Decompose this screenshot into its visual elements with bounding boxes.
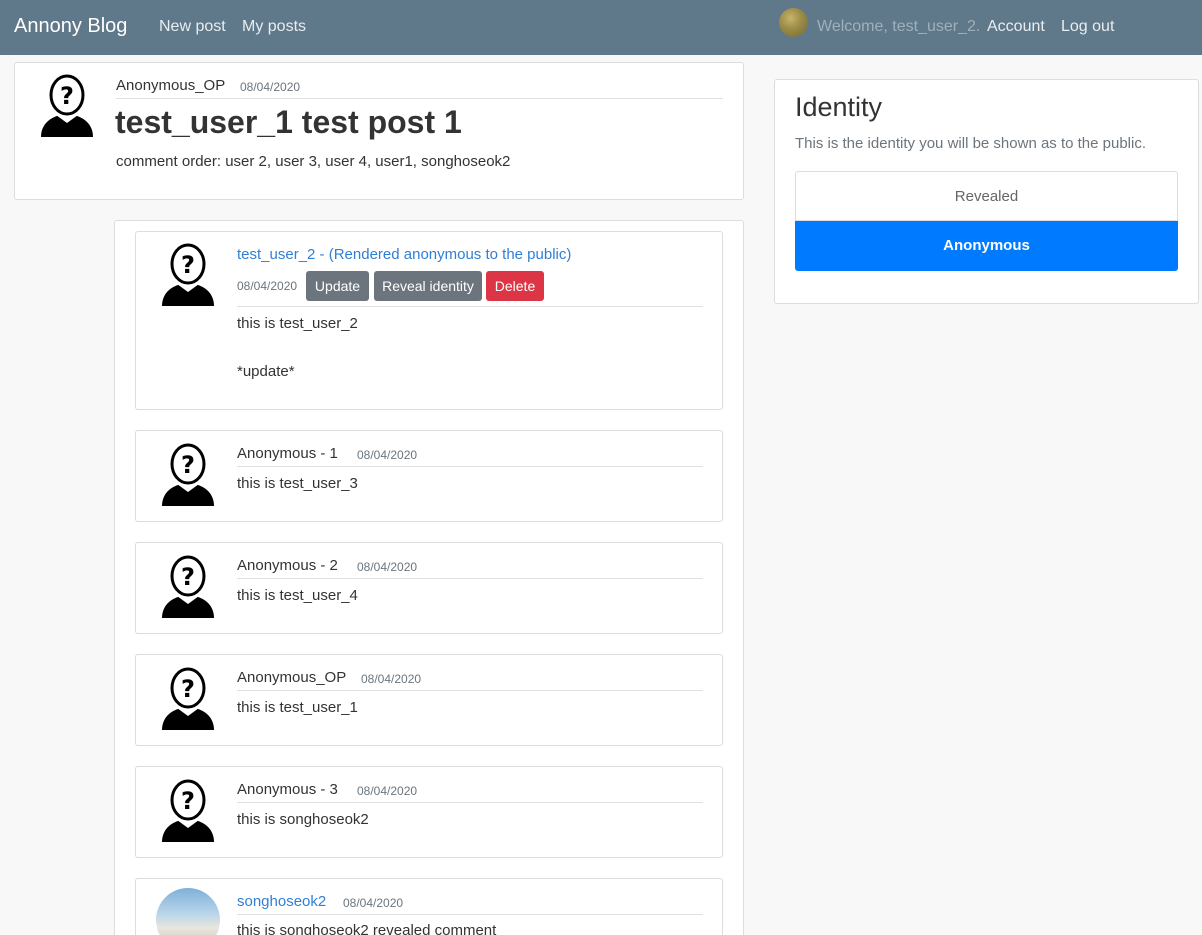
comment-text: this is test_user_2 [237, 315, 358, 332]
comment-text: this is test_user_4 [237, 587, 358, 604]
identity-title: Identity [795, 92, 883, 122]
comment-divider [237, 690, 703, 691]
anonymous-avatar-icon [38, 73, 96, 137]
comment-text: this is test_user_3 [237, 475, 358, 492]
delete-button[interactable]: Delete [486, 271, 544, 301]
comment-author-link[interactable]: songhoseok2 [237, 893, 326, 910]
post-title: test_user_1 test post 1 [115, 104, 462, 140]
comment-date: 08/04/2020 [357, 784, 418, 798]
comment-card [135, 654, 723, 746]
post-body: comment order: user 2, user 3, user 4, u… [116, 153, 511, 170]
anonymous-avatar-icon [159, 242, 217, 306]
comment-date: 08/04/2020 [361, 672, 422, 686]
comment-card [135, 766, 723, 858]
comment-date: 08/04/2020 [343, 896, 404, 910]
my-posts-link[interactable]: My posts [242, 18, 306, 36]
anonymous-option[interactable]: Anonymous [795, 221, 1178, 271]
anonymous-avatar-icon [159, 666, 217, 730]
top-navbar: Annony Blog New post My posts Welcome, t… [0, 0, 1202, 55]
comment-date: 08/04/2020 [357, 448, 418, 462]
comment-divider [237, 578, 703, 579]
post-author: Anonymous_OP [116, 77, 226, 94]
comment-date: 08/04/2020 [357, 560, 418, 574]
post-date: 08/04/2020 [240, 80, 301, 94]
revealed-option[interactable]: Revealed [795, 171, 1178, 221]
comment-author: Anonymous - 2 [237, 557, 338, 574]
comment-divider [237, 306, 703, 307]
comment-author-link[interactable]: test_user_2 - (Rendered anonymous to the… [237, 246, 571, 263]
comment-text: this is songhoseok2 [237, 811, 369, 828]
brand-link[interactable]: Annony Blog [14, 15, 127, 38]
update-button[interactable]: Update [306, 271, 369, 301]
comment-text: this is songhoseok2 revealed comment [237, 922, 497, 935]
comment-card [135, 430, 723, 522]
comment-author: Anonymous - 1 [237, 445, 338, 462]
identity-description: This is the identity you will be shown a… [795, 135, 1147, 152]
anonymous-avatar-icon [159, 442, 217, 506]
logout-link[interactable]: Log out [1061, 18, 1114, 36]
anonymous-avatar-icon [159, 778, 217, 842]
comment-author: Anonymous_OP [237, 669, 347, 686]
comment-divider [237, 802, 703, 803]
comment-text: *update* [237, 363, 295, 380]
account-link[interactable]: Account [987, 18, 1045, 36]
comment-divider [237, 466, 703, 467]
user-avatar-icon [779, 8, 808, 37]
comment-author: Anonymous - 3 [237, 781, 338, 798]
comment-divider [237, 914, 703, 915]
comment-date: 08/04/2020 [237, 279, 298, 293]
post-divider [116, 98, 723, 99]
comment-text: this is test_user_1 [237, 699, 358, 716]
welcome-text: Welcome, test_user_2. [817, 18, 981, 35]
new-post-link[interactable]: New post [159, 18, 226, 36]
comment-card [135, 542, 723, 634]
anonymous-avatar-icon [159, 554, 217, 618]
reveal-identity-button[interactable]: Reveal identity [374, 271, 482, 301]
